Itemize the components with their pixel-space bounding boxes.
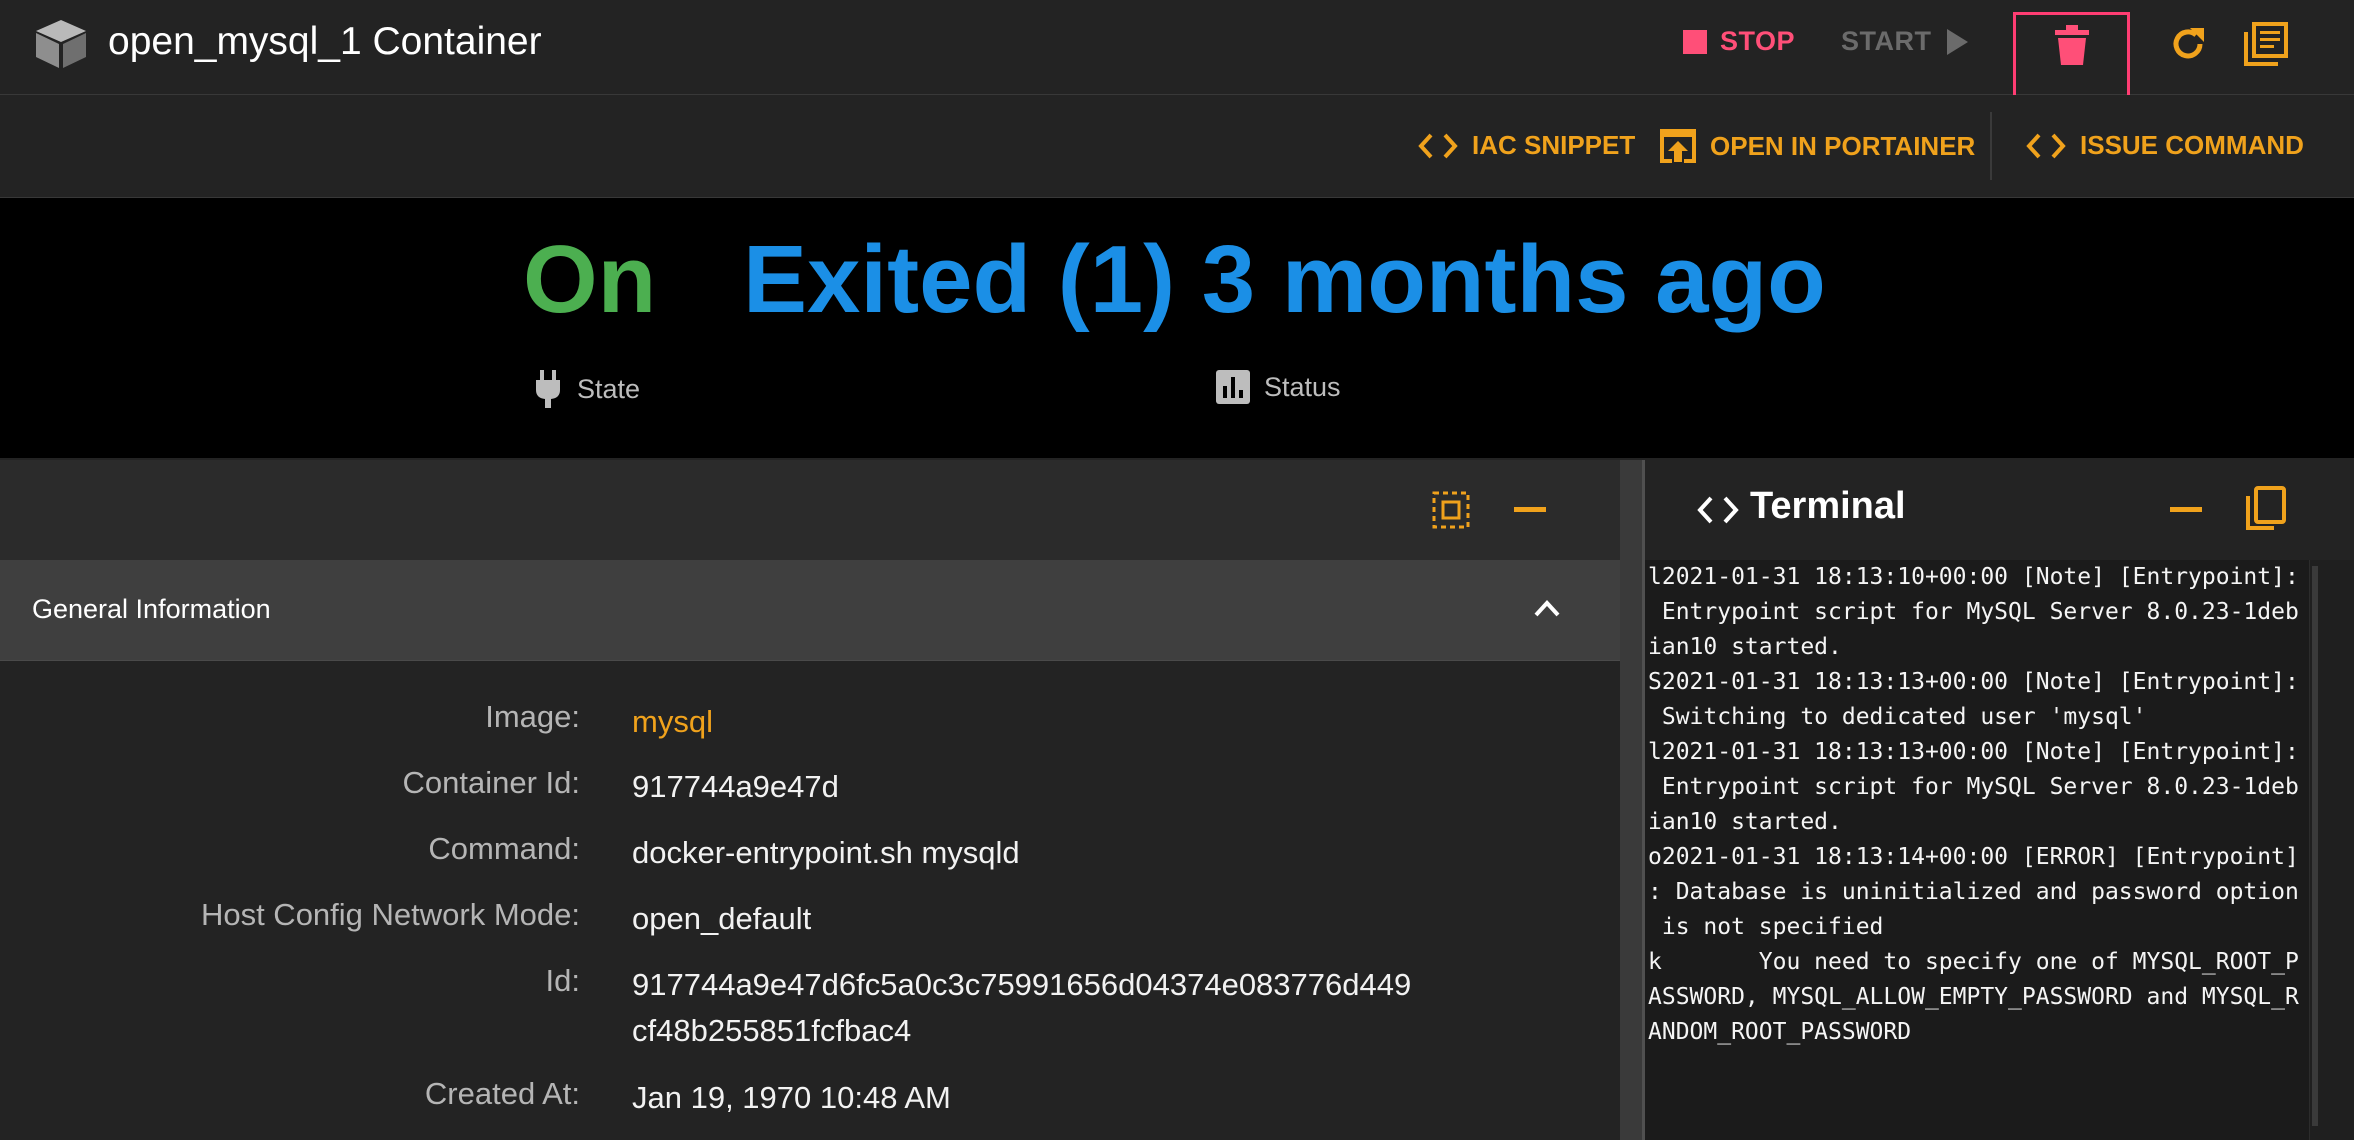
terminal-line: l2021-01-31 18:13:13+00:00 [Note] [Entry…	[1648, 739, 2299, 765]
open-in-browser-icon	[1660, 129, 1696, 163]
issue-command-button[interactable]: ISSUE COMMAND	[2026, 130, 2304, 161]
panel-splitter[interactable]	[1620, 460, 1644, 1140]
bar-chart-icon	[1216, 370, 1250, 404]
minus-icon[interactable]	[1514, 507, 1546, 513]
terminal-line: S2021-01-31 18:13:13+00:00 [Note] [Entry…	[1648, 669, 2299, 695]
refresh-icon[interactable]	[2168, 24, 2208, 64]
state-label: State	[577, 373, 641, 404]
container-id-value: 917744a9e47d	[632, 769, 839, 804]
terminal-title: Terminal	[1750, 485, 1906, 527]
terminal-line: ASSWORD, MYSQL_ALLOW_EMPTY_PASSWORD and …	[1648, 984, 2299, 1010]
id-value-line-2: cf48b255851fcfbac4	[632, 1013, 912, 1048]
command-value: docker-entrypoint.sh mysqld	[632, 835, 1020, 870]
open-in-portainer-button[interactable]: OPEN IN PORTAINER	[1660, 129, 1975, 163]
open-in-portainer-label: OPEN IN PORTAINER	[1710, 130, 1976, 161]
container-id-label: Container Id:	[402, 765, 581, 800]
terminal-scrollbar-thumb[interactable]	[2312, 566, 2318, 1126]
start-label: START	[1841, 26, 1932, 56]
status-label: Status	[1264, 371, 1341, 402]
state-caption: State	[533, 370, 640, 408]
created-at-value: Jan 19, 1970 10:48 AM	[632, 1080, 951, 1115]
network-mode-value: open_default	[632, 901, 812, 936]
plug-icon	[533, 370, 563, 408]
stop-button[interactable]: STOP	[1682, 26, 1795, 57]
iac-snippet-label: IAC SNIPPET	[1472, 130, 1636, 160]
code-icon	[2026, 132, 2066, 160]
chevron-up-icon[interactable]	[1532, 597, 1562, 619]
cube-icon	[34, 18, 88, 70]
terminal-line: ian10 started.	[1648, 634, 1842, 660]
status-value: Exited (1) 3 months ago	[743, 226, 1826, 333]
id-value-line-1: 917744a9e47d6fc5a0c3c75991656d04374e0837…	[632, 967, 1412, 1002]
issue-command-label: ISSUE COMMAND	[2080, 130, 2304, 160]
library-books-icon[interactable]	[2244, 22, 2288, 66]
terminal-line: o2021-01-31 18:13:14+00:00 [ERROR] [Entr…	[1648, 844, 2299, 870]
terminal-line: Entrypoint script for MySQL Server 8.0.2…	[1648, 774, 2299, 800]
terminal-line: Switching to dedicated user 'mysql'	[1648, 704, 2147, 730]
state-value: On	[523, 226, 657, 333]
terminal-line: is not specified	[1648, 914, 1884, 940]
fit-screen-icon[interactable]	[1431, 490, 1471, 530]
iac-snippet-button[interactable]: IAC SNIPPET	[1418, 130, 1635, 161]
section-title: General Information	[32, 594, 271, 624]
page-title: open_mysql_1 Container	[108, 20, 542, 63]
trash-icon	[2054, 25, 2089, 106]
stop-label: STOP	[1720, 26, 1796, 56]
id-label: Id:	[545, 963, 580, 998]
details-toolbar	[0, 460, 1620, 560]
terminal-line: k You need to specify one of MYSQL_ROOT_…	[1648, 949, 2299, 975]
terminal-line: ANDOM_ROOT_PASSWORD	[1648, 1019, 1912, 1045]
code-icon	[1418, 132, 1458, 160]
status-caption: Status	[1216, 370, 1341, 404]
terminal-line: l2021-01-31 18:13:10+00:00 [Note] [Entry…	[1648, 564, 2299, 590]
image-label: Image:	[485, 699, 580, 734]
action-toolbar	[0, 95, 2354, 198]
stop-square-icon	[1682, 29, 1708, 55]
image-link[interactable]: mysql	[632, 699, 713, 745]
play-icon	[1944, 28, 1970, 56]
terminal-line: ian10 started.	[1648, 809, 1842, 835]
toolbar-divider	[1990, 112, 1992, 180]
minus-icon[interactable]	[2170, 507, 2202, 513]
created-at-label: Created At:	[424, 1076, 580, 1111]
terminal-line: : Database is uninitialized and password…	[1648, 879, 2299, 905]
code-icon	[1697, 495, 1739, 525]
network-mode-label: Host Config Network Mode:	[200, 897, 580, 932]
start-button[interactable]: START	[1841, 26, 1970, 57]
terminal-line: Entrypoint script for MySQL Server 8.0.2…	[1648, 599, 2299, 625]
copy-icon[interactable]	[2244, 486, 2286, 532]
command-label: Command:	[428, 831, 580, 866]
